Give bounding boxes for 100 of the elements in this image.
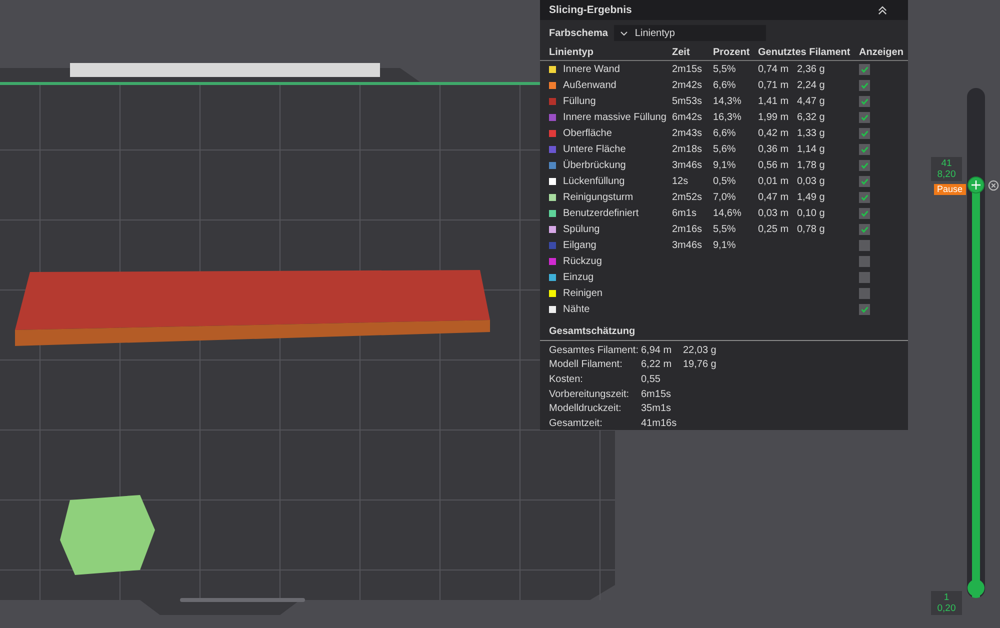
length-cell: 0,01 m (758, 176, 789, 186)
line-type-name: Oberfläche (563, 128, 612, 138)
percent-cell: 6,6% (713, 128, 736, 138)
column-header: Zeit (672, 46, 691, 58)
weight-cell: 1,14 g (797, 144, 825, 154)
summary-value: 19,76 g (683, 359, 716, 370)
visibility-checkbox[interactable] (859, 288, 870, 298)
percent-cell: 5,6% (713, 144, 736, 154)
chevron-icon (620, 30, 628, 36)
time-cell: 2m15s (672, 64, 702, 74)
weight-cell: 4,47 g (797, 96, 825, 106)
visibility-checkbox[interactable] (859, 240, 870, 250)
visibility-checkbox[interactable] (859, 128, 870, 138)
color-scheme-label: Farbschema (549, 28, 608, 38)
time-cell: 2m16s (672, 224, 702, 234)
column-header: Genutztes Filament (758, 46, 852, 58)
line-type-name: Reinigungsturm (563, 192, 634, 202)
percent-cell: 14,3% (713, 96, 742, 106)
visibility-checkbox[interactable] (859, 96, 870, 106)
visibility-checkbox[interactable] (859, 144, 870, 154)
summary-title: Gesamtschätzung (540, 317, 908, 341)
weight-cell: 2,36 g (797, 64, 825, 74)
percent-cell: 16,3% (713, 112, 742, 122)
time-cell: 3m46s (672, 160, 702, 170)
panel-title: Slicing-Ergebnis (549, 4, 632, 16)
visibility-checkbox[interactable] (859, 224, 870, 234)
slider-handle[interactable] (967, 579, 985, 597)
line-type-name: Spülung (563, 224, 600, 234)
length-cell: 1,99 m (758, 112, 789, 122)
layer-label: 41 8,20 (931, 156, 962, 181)
visibility-checkbox[interactable] (859, 64, 870, 74)
pause-tag: Pause (934, 184, 966, 195)
line-type-name: Füllung (563, 96, 596, 106)
time-cell: 6m1s (672, 208, 696, 218)
percent-cell: 5,5% (713, 224, 736, 234)
percent-cell: 9,1% (713, 160, 736, 170)
line-type-name: Lückenfüllung (563, 176, 625, 186)
column-header: Anzeigen (858, 46, 904, 58)
layer-label: 1 0,20 (931, 591, 962, 615)
visibility-checkbox[interactable] (859, 192, 870, 202)
time-cell: 3m46s (672, 240, 702, 250)
percent-cell: 6,6% (713, 80, 736, 90)
summary-label: Modell Filament: (549, 359, 624, 370)
line-type-name: Überbrückung (563, 160, 626, 170)
line-type-name: Innere Wand (563, 64, 620, 74)
summary-value: 41m16s (641, 418, 678, 429)
line-type-name: Rückzug (563, 256, 602, 266)
summary-value: 6m15s (641, 388, 672, 400)
length-cell: 0,74 m (758, 64, 789, 74)
column-header: Linientyp (549, 46, 594, 58)
percent-cell: 14,6% (713, 208, 742, 218)
visibility-checkbox[interactable] (859, 176, 870, 186)
time-cell: 6m42s (672, 112, 702, 122)
weight-cell: 1,49 g (797, 192, 825, 202)
summary-label: Gesamtzeit: (549, 418, 604, 429)
length-cell: 0,03 m (758, 208, 789, 218)
line-type-name: Einzug (563, 272, 594, 282)
visibility-checkbox[interactable] (859, 256, 870, 266)
visibility-checkbox[interactable] (859, 80, 870, 90)
line-type-name: Innere massive Füllung (563, 112, 666, 122)
weight-cell: 1,33 g (797, 128, 825, 138)
visibility-checkbox[interactable] (859, 272, 870, 282)
visibility-checkbox[interactable] (859, 208, 870, 218)
time-cell: 2m43s (672, 128, 702, 138)
column-header: Prozent (713, 46, 751, 58)
visibility-checkbox[interactable] (859, 304, 870, 314)
summary-value: 6,22 m (641, 359, 673, 370)
line-type-name: Nähte (563, 304, 590, 314)
length-cell: 0,47 m (758, 192, 789, 202)
weight-cell: 0,10 g (797, 208, 825, 218)
length-cell: 0,71 m (758, 80, 789, 90)
visibility-checkbox[interactable] (859, 112, 870, 122)
summary-label: Gesamtes Filament: (549, 344, 640, 356)
slider-handle[interactable] (967, 176, 985, 194)
line-type-name: Benutzerdefiniert (563, 208, 639, 218)
line-type-name: Untere Fläche (563, 144, 626, 154)
length-cell: 0,25 m (758, 224, 789, 234)
percent-cell: 0,5% (713, 176, 736, 186)
weight-cell: 2,24 g (797, 80, 825, 90)
percent-cell: 5,5% (713, 64, 736, 74)
percent-cell: 7,0% (713, 192, 736, 202)
line-type-name: Außenwand (563, 80, 616, 90)
summary-label: Modelldruckzeit: (549, 403, 622, 414)
length-cell: 1,41 m (758, 96, 789, 106)
length-cell: 0,42 m (758, 128, 789, 138)
visibility-checkbox[interactable] (859, 160, 870, 170)
time-cell: 2m52s (672, 192, 702, 202)
weight-cell: 1,78 g (797, 160, 825, 170)
time-cell: 2m18s (672, 144, 702, 154)
weight-cell: 0,03 g (797, 176, 825, 186)
summary-value: 22,03 g (683, 344, 716, 356)
summary-label: Kosten: (549, 374, 584, 385)
summary-value: 6,94 m (641, 344, 673, 356)
collapse-icon[interactable] (877, 6, 888, 14)
summary-value: 35m1s (641, 403, 672, 414)
length-cell: 0,56 m (758, 160, 789, 170)
summary-label: Vorbereitungszeit: (549, 388, 630, 400)
color-scheme-dropdown[interactable]: Linientyp (614, 25, 766, 41)
time-cell: 12s (672, 176, 688, 186)
close-icon[interactable] (988, 180, 999, 191)
